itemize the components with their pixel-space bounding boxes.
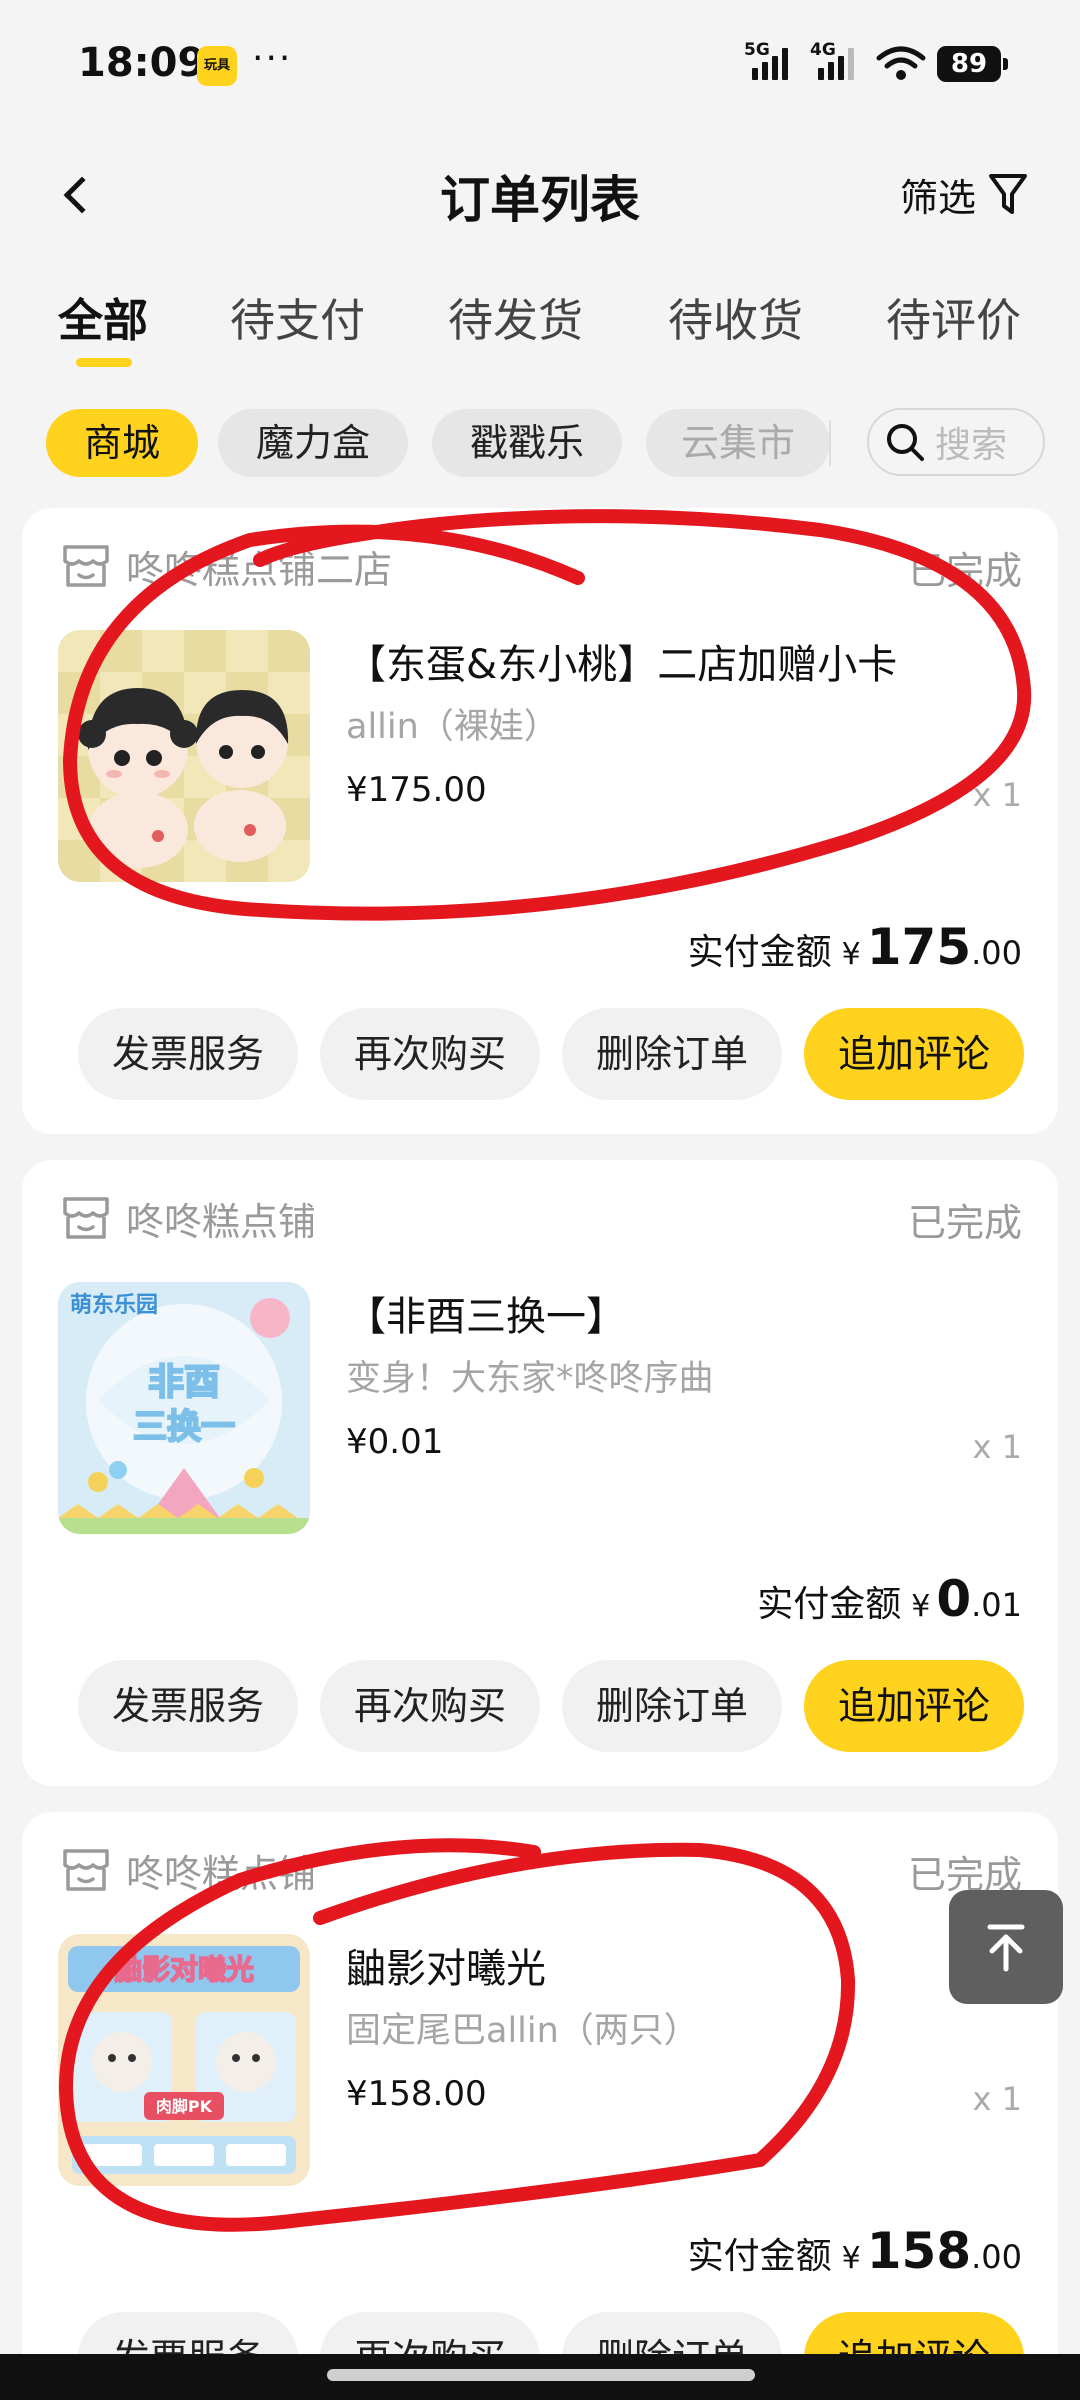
paid-decimal: .00 xyxy=(971,934,1022,972)
chip-cloud-market[interactable]: 云集市 xyxy=(646,409,830,477)
top-navigation-bar: 订单列表 筛选 xyxy=(0,140,1080,250)
paid-integer: 158 xyxy=(866,2222,972,2280)
paid-currency: ¥ xyxy=(841,937,861,972)
delete-order-button[interactable]: 删除订单 xyxy=(562,1008,782,1100)
add-review-button[interactable]: 追加评论 xyxy=(804,1660,1024,1752)
product-spec: 固定尾巴allin（两只） xyxy=(346,2011,699,2051)
home-indicator[interactable] xyxy=(327,2369,755,2381)
chip-mall[interactable]: 商城 xyxy=(46,409,198,477)
paid-integer: 0 xyxy=(936,1570,972,1628)
product-spec: allin（裸娃） xyxy=(346,707,559,747)
category-chips: 商城 魔力盒 戳戳乐 云集市 搜索 xyxy=(0,402,1080,482)
order-card[interactable]: 咚咚糕点铺二店 已完成 【东蛋&东小桃】二店加赠小卡 allin（裸娃） ¥17… xyxy=(22,508,1058,1134)
chip-divider xyxy=(829,420,831,466)
paid-label: 实付金额 xyxy=(687,932,832,973)
paid-amount: 实付金额 ¥ 158 .00 xyxy=(688,2222,1022,2280)
wifi-icon xyxy=(876,46,926,80)
add-review-button[interactable]: 追加评论 xyxy=(804,1008,1024,1100)
status-bar: 18:09 玩具 ··· 5G 4G 89 xyxy=(0,0,1080,130)
search-icon xyxy=(887,424,924,461)
invoice-service-button[interactable]: 发票服务 xyxy=(78,1008,298,1100)
chip-magic-box[interactable]: 魔力盒 xyxy=(218,409,408,477)
tab-pending-receipt[interactable]: 待收货 xyxy=(668,284,803,349)
store-icon xyxy=(63,1197,109,1239)
thumb-title-text: 非酉 xyxy=(148,1362,220,1403)
paid-decimal: .01 xyxy=(971,1586,1022,1624)
active-tab-indicator xyxy=(76,358,132,367)
paid-integer: 175 xyxy=(866,918,972,976)
store-icon xyxy=(63,1849,109,1891)
app-notification-icon: 玩具 xyxy=(197,46,237,86)
product-price: ¥158.00 xyxy=(346,2074,487,2114)
buy-again-button[interactable]: 再次购买 xyxy=(320,1008,540,1100)
paid-amount: 实付金额 ¥ 175 .00 xyxy=(688,918,1022,976)
shop-name: 咚咚糕点铺 xyxy=(126,1851,317,1896)
chip-poke-fun[interactable]: 戳戳乐 xyxy=(432,409,622,477)
product-price: ¥175.00 xyxy=(346,770,487,810)
store-icon xyxy=(63,545,109,587)
product-quantity: x 1 xyxy=(972,1428,1022,1466)
product-name[interactable]: 【东蛋&东小桃】二店加赠小卡 xyxy=(346,632,897,690)
paid-currency: ¥ xyxy=(841,2241,861,2276)
product-image[interactable] xyxy=(58,630,310,882)
battery-icon: 89 xyxy=(937,46,1008,82)
filter-button[interactable]: 筛选 xyxy=(900,162,1028,226)
shop-header[interactable]: 咚咚糕点铺二店 xyxy=(60,536,392,596)
product-name[interactable]: 鼬影对曦光 xyxy=(346,1936,546,1994)
thumb-subtitle-text: 三换一 xyxy=(133,1407,235,1447)
tab-pending-shipment[interactable]: 待发货 xyxy=(448,284,583,349)
order-card[interactable]: 咚咚糕点铺 已完成 鼬影对曦光 肉脚PK 鼬影对曦光 固定尾巴allin（两只）… xyxy=(22,1812,1058,2400)
search-button[interactable]: 搜索 xyxy=(867,408,1045,476)
plush-dolls-photo xyxy=(58,630,310,882)
paid-label: 实付金额 xyxy=(757,1584,902,1625)
scroll-to-top-button[interactable] xyxy=(949,1890,1063,2004)
shop-name: 咚咚糕点铺二店 xyxy=(126,547,393,592)
order-card[interactable]: 咚咚糕点铺 已完成 萌东乐园 非酉 三换一 【非酉三换一】 变身！大东家*咚咚序… xyxy=(22,1160,1058,1786)
invoice-service-button[interactable]: 发票服务 xyxy=(78,1660,298,1752)
product-price: ¥0.01 xyxy=(346,1422,444,1462)
more-notifications-icon: ··· xyxy=(252,38,293,79)
tab-pending-review[interactable]: 待评价 xyxy=(886,284,1021,349)
paid-decimal: .00 xyxy=(971,2238,1022,2276)
signal-4g-icon: 4G xyxy=(810,40,862,80)
shop-header[interactable]: 咚咚糕点铺 xyxy=(60,1188,316,1248)
search-placeholder: 搜索 xyxy=(935,425,1008,466)
product-quantity: x 1 xyxy=(972,2080,1022,2118)
product-image[interactable]: 萌东乐园 非酉 三换一 xyxy=(58,1282,310,1534)
status-time: 18:09 xyxy=(78,40,206,86)
product-spec: 变身！大东家*咚咚序曲 xyxy=(346,1359,714,1399)
shop-name: 咚咚糕点铺 xyxy=(126,1199,317,1244)
shop-header[interactable]: 咚咚糕点铺 xyxy=(60,1840,316,1900)
tab-all[interactable]: 全部 xyxy=(58,284,148,349)
product-name[interactable]: 【非酉三换一】 xyxy=(346,1284,626,1342)
signal-5g-icon: 5G xyxy=(744,40,796,80)
product-image[interactable]: 鼬影对曦光 肉脚PK xyxy=(58,1934,310,2186)
delete-order-button[interactable]: 删除订单 xyxy=(562,1660,782,1752)
promo-poster-image: 鼬影对曦光 肉脚PK xyxy=(58,1934,310,2186)
paid-label: 实付金额 xyxy=(687,2236,832,2277)
paid-currency: ¥ xyxy=(911,1589,931,1624)
thumb-banner-text: 鼬影对曦光 xyxy=(114,1953,254,1986)
order-status: 已完成 xyxy=(907,549,1022,593)
buy-again-button[interactable]: 再次购买 xyxy=(320,1660,540,1752)
filter-label: 筛选 xyxy=(900,175,977,220)
arrow-up-icon xyxy=(987,1924,1025,1972)
paid-amount: 实付金额 ¥ 0 .01 xyxy=(757,1570,1022,1628)
product-quantity: x 1 xyxy=(972,776,1022,814)
funnel-icon xyxy=(989,174,1028,214)
tab-pending-payment[interactable]: 待支付 xyxy=(230,284,365,349)
order-status: 已完成 xyxy=(907,1201,1022,1245)
thumb-brand-text: 萌东乐园 xyxy=(70,1292,158,1318)
exchange-coupon-image: 萌东乐园 非酉 三换一 xyxy=(58,1282,310,1534)
thumb-tag-text: 肉脚PK xyxy=(156,2097,213,2116)
order-status-tabs: 全部 待支付 待发货 待收货 待评价 xyxy=(0,270,1080,370)
